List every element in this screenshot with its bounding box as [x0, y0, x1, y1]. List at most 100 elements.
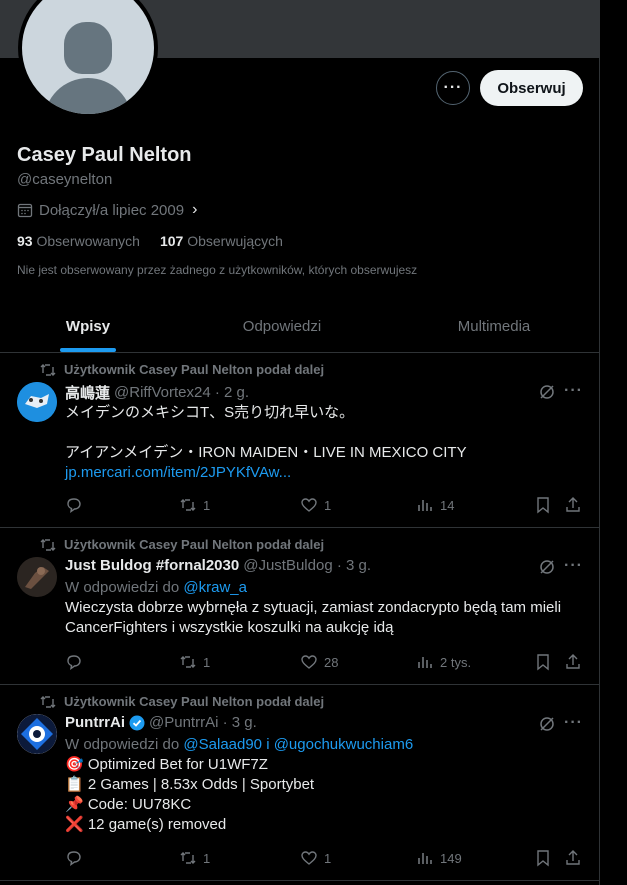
share-button[interactable]: [564, 496, 582, 514]
post-author-name[interactable]: Just Buldog #fornal2030: [65, 557, 239, 574]
repost-indicator: Użytkownik Casey Paul Nelton podał dalej: [40, 537, 324, 552]
repost-button[interactable]: 1: [179, 653, 210, 671]
bookmark-icon: [537, 850, 549, 867]
post-text: メイデンのメキシコT、S売り切れ早いな。 アイアンメイデン・IRON MAIDE…: [65, 403, 590, 483]
profile-name: Casey Paul Nelton: [17, 144, 192, 166]
reply-mention-link[interactable]: @kraw_a: [183, 579, 247, 596]
like-button[interactable]: 1: [300, 849, 331, 867]
reply-icon: [67, 851, 81, 867]
reply-button[interactable]: [65, 653, 89, 671]
grok-icon[interactable]: [538, 383, 556, 401]
post-text: W odpowiedzi do @kraw_a Wieczysta dobrze…: [65, 578, 590, 638]
post-line: メイデンのメキシコT、S売り切れ早いな。: [65, 404, 355, 421]
views-button[interactable]: 149: [416, 849, 462, 867]
like-button[interactable]: 1: [300, 496, 331, 514]
heart-icon: [301, 655, 317, 669]
repost-indicator: Użytkownik Casey Paul Nelton podał dalej: [40, 362, 324, 377]
share-icon: [566, 850, 580, 865]
share-button[interactable]: [564, 849, 582, 867]
views-icon: [418, 500, 432, 511]
like-button[interactable]: 28: [300, 653, 338, 671]
retweet-icon: [40, 363, 56, 376]
not-followed-notice: Nie jest obserwowany przez żadnego z uży…: [17, 263, 418, 277]
post-item[interactable]: Użytkownik Casey Paul Nelton podał dalej…: [0, 685, 600, 881]
retweet-icon: [180, 656, 196, 668]
post-item[interactable]: Użytkownik Casey Paul Nelton podał dalej…: [0, 528, 600, 685]
right-margin: [600, 0, 627, 885]
bookmark-button[interactable]: [534, 496, 552, 514]
calendar-icon: [17, 203, 33, 218]
post-item[interactable]: Użytkownik Casey Paul Nelton podał dalej…: [0, 353, 600, 528]
post-line: 📋 2 Games | 8.53x Odds | Sportybet: [65, 776, 315, 793]
repost-button[interactable]: 1: [179, 496, 210, 514]
post-meta[interactable]: @RiffVortex24 · 2 g.: [114, 384, 249, 401]
post-header: Just Buldog #fornal2030 @JustBuldog · 3 …: [65, 557, 371, 574]
post-line: ❌ 12 game(s) removed: [65, 816, 227, 833]
profile-avatar[interactable]: [18, 0, 158, 118]
heart-icon: [301, 498, 317, 512]
repost-button[interactable]: 1: [179, 849, 210, 867]
follow-stats: 93 Obserwowanych 107 Obserwujących: [17, 233, 283, 249]
more-options-button[interactable]: ···: [436, 71, 470, 105]
share-icon: [566, 654, 580, 669]
follow-button[interactable]: Obserwuj: [480, 70, 583, 106]
reply-icon: [67, 498, 81, 514]
followers-link[interactable]: 107 Obserwujących: [160, 233, 283, 249]
profile-handle: @caseynelton: [17, 171, 113, 188]
share-button[interactable]: [564, 653, 582, 671]
bookmark-button[interactable]: [534, 849, 552, 867]
reply-button[interactable]: [65, 849, 89, 867]
post-avatar[interactable]: [17, 557, 57, 597]
repost-indicator: Użytkownik Casey Paul Nelton podał dalej: [40, 694, 324, 709]
tab-media[interactable]: Multimedia: [388, 300, 600, 352]
post-header: PuntrrAi @PuntrrAi · 3 g.: [65, 714, 257, 731]
grok-icon[interactable]: [538, 715, 556, 733]
post-meta[interactable]: @JustBuldog · 3 g.: [243, 557, 371, 574]
views-button[interactable]: 2 tys.: [416, 653, 471, 671]
retweet-icon: [40, 538, 56, 551]
profile-tabs: Wpisy Odpowiedzi Multimedia: [0, 300, 600, 353]
grok-icon[interactable]: [538, 558, 556, 576]
joined-label: Dołączył/a lipiec 2009: [39, 201, 185, 219]
post-avatar[interactable]: [17, 714, 57, 754]
views-button[interactable]: 14: [416, 496, 454, 514]
default-avatar-icon: [22, 0, 154, 114]
repost-label: Użytkownik Casey Paul Nelton podał dalej: [64, 694, 325, 709]
post-actions: 1 1 149: [65, 849, 585, 869]
heart-icon: [301, 851, 317, 865]
views-icon: [418, 853, 432, 864]
following-link[interactable]: 93 Obserwowanych: [17, 233, 140, 249]
bookmark-icon: [537, 497, 549, 514]
tab-posts[interactable]: Wpisy: [0, 300, 176, 352]
post-more-icon[interactable]: ···: [564, 382, 583, 400]
post-link[interactable]: jp.mercari.com/item/2JPYKfVAw...: [65, 463, 590, 483]
retweet-icon: [40, 695, 56, 708]
post-header: 高嶋蓮 @RiffVortex24 · 2 g.: [65, 382, 249, 403]
post-line: 📌 Code: UU78KC: [65, 796, 192, 813]
post-meta[interactable]: @PuntrrAi · 3 g.: [149, 714, 257, 731]
post-line: アイアンメイデン・IRON MAIDEN・LIVE IN MEXICO CITY: [65, 444, 467, 461]
post-author-name[interactable]: 高嶋蓮: [65, 382, 110, 403]
post-text: W odpowiedzi do @Salaad90 i @ugochukwuch…: [65, 735, 590, 835]
profile-column: ··· Obserwuj Casey Paul Nelton @caseynel…: [0, 0, 600, 885]
verified-badge-icon: [129, 715, 145, 730]
tab-replies[interactable]: Odpowiedzi: [176, 300, 388, 352]
views-icon: [418, 657, 432, 668]
reply-icon: [67, 655, 81, 671]
post-line: 🎯 Optimized Bet for U1WF7Z: [65, 756, 268, 773]
reply-context: W odpowiedzi do @Salaad90 i @ugochukwuch…: [65, 736, 414, 753]
reply-context: W odpowiedzi do @kraw_a: [65, 579, 247, 596]
joined-date[interactable]: Dołączył/a lipiec 2009 ›: [17, 201, 197, 219]
bookmark-button[interactable]: [534, 653, 552, 671]
post-more-icon[interactable]: ···: [564, 557, 583, 575]
reply-button[interactable]: [65, 496, 89, 514]
repost-label: Użytkownik Casey Paul Nelton podał dalej: [64, 537, 325, 552]
chevron-right-icon: ›: [192, 201, 198, 218]
retweet-icon: [180, 499, 196, 511]
post-avatar[interactable]: [17, 382, 57, 422]
post-actions: 1 28 2 tys.: [65, 653, 585, 673]
post-more-icon[interactable]: ···: [564, 714, 583, 732]
repost-label: Użytkownik Casey Paul Nelton podał dalej: [64, 362, 325, 377]
post-author-name[interactable]: PuntrrAi: [65, 714, 125, 731]
reply-mention-link[interactable]: @Salaad90 i @ugochukwuchiam6: [183, 736, 413, 753]
